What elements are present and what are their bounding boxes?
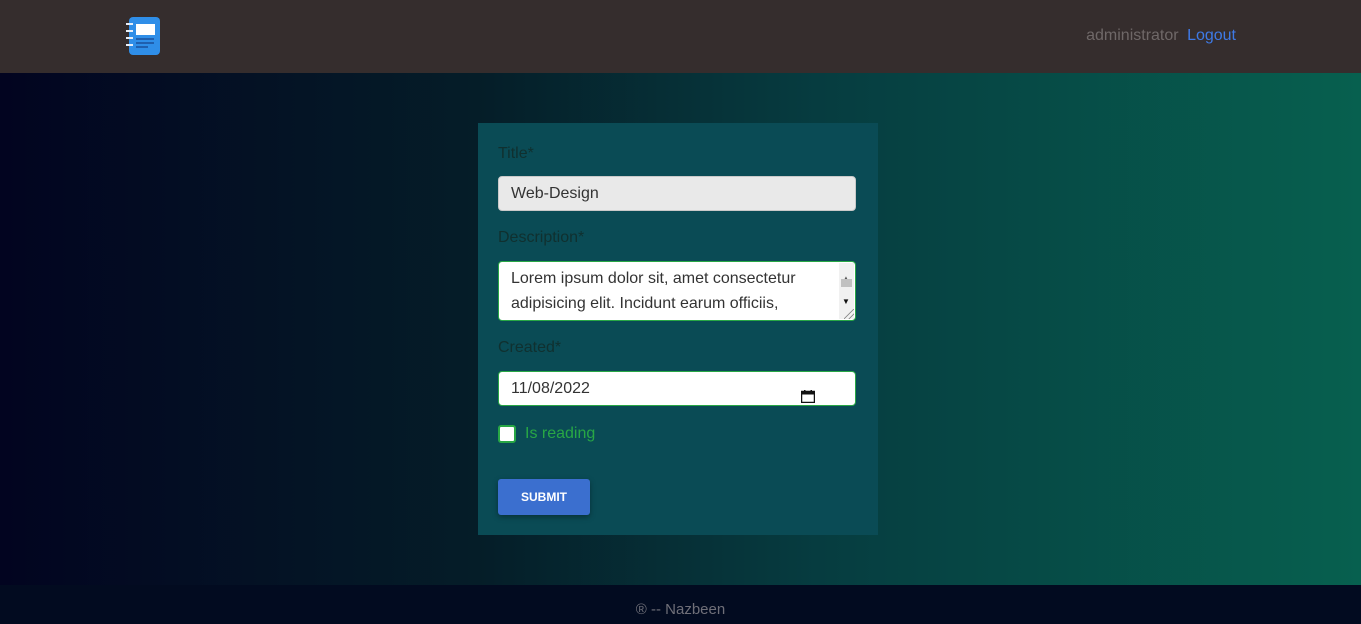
is-reading-label[interactable]: Is reading: [525, 425, 595, 443]
book-form: Title* Web-Design Description* Lorem ips…: [478, 123, 878, 535]
footer-text: ® -- Nazbeen: [635, 601, 726, 618]
created-label: Created*: [498, 339, 562, 356]
submit-button[interactable]: SUBMIT: [498, 479, 590, 515]
description-value: Lorem ipsum dolor sit, amet consectetur …: [511, 270, 796, 312]
user-area: administrator Logout: [1086, 26, 1236, 46]
username: administrator: [1086, 27, 1179, 44]
footer: ® -- Nazbeen: [0, 585, 1361, 624]
title-input[interactable]: Web-Design: [498, 176, 856, 211]
created-date-value: 11/08/2022: [511, 380, 590, 397]
logout-link[interactable]: Logout: [1187, 27, 1236, 44]
scroll-thumb[interactable]: [841, 279, 852, 287]
description-label: Description*: [498, 229, 585, 246]
notebook-icon[interactable]: [126, 17, 160, 55]
title-label: Title*: [498, 145, 534, 162]
navbar: administrator Logout: [0, 0, 1361, 73]
resize-grip-icon[interactable]: [844, 309, 854, 319]
calendar-icon[interactable]: [800, 382, 816, 404]
main-area: Title* Web-Design Description* Lorem ips…: [0, 73, 1361, 585]
is-reading-checkbox[interactable]: [498, 425, 516, 443]
description-textarea[interactable]: Lorem ipsum dolor sit, amet consectetur …: [498, 261, 856, 321]
created-date-input[interactable]: 11/08/2022: [498, 371, 856, 406]
